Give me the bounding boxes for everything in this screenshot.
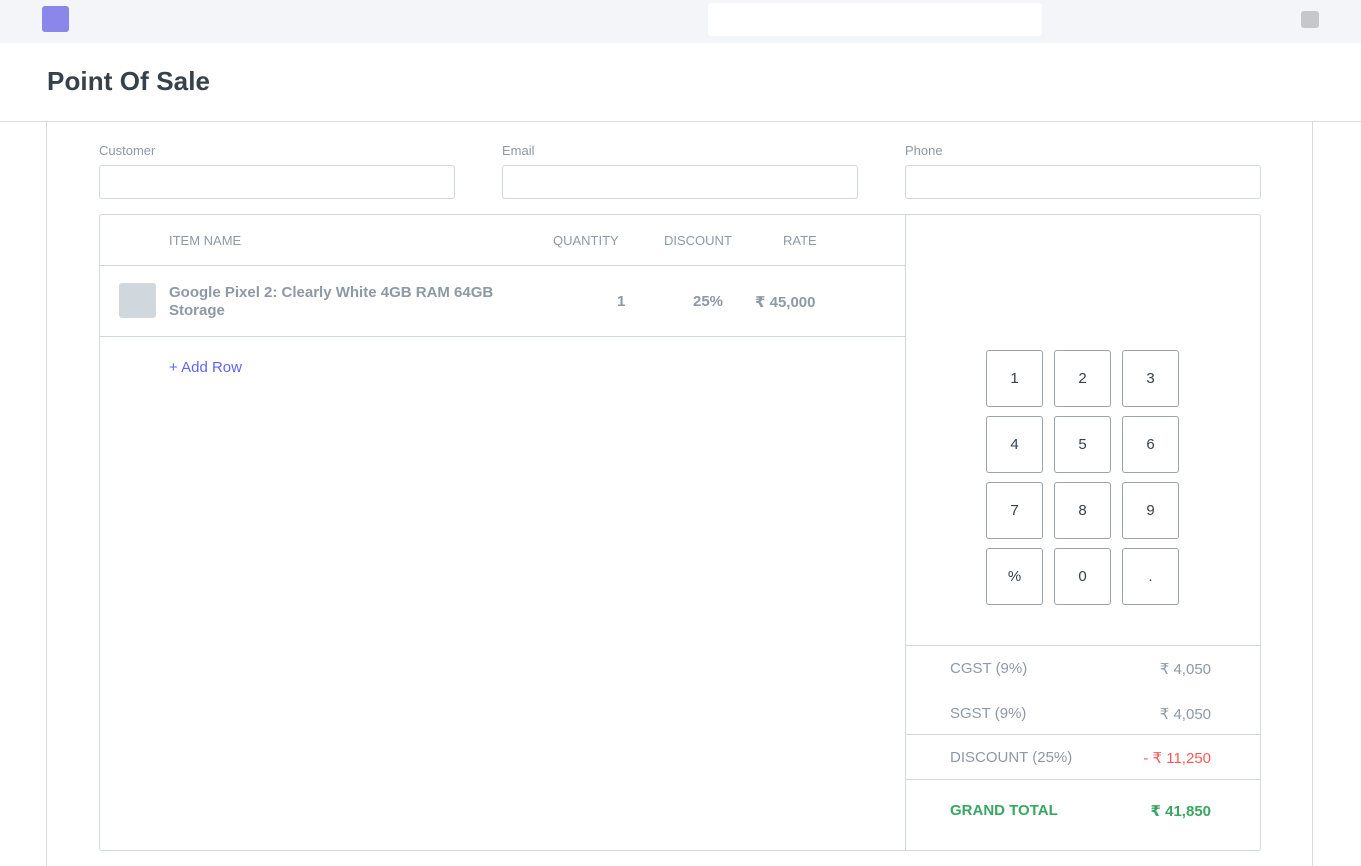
keypad-key-3[interactable]: 3	[1122, 350, 1179, 407]
column-header-item-name: ITEM NAME	[169, 233, 242, 248]
customer-input[interactable]	[99, 165, 455, 199]
grand-total-value: ₹ 41,850	[1150, 803, 1211, 820]
customer-label: Customer	[99, 143, 156, 158]
keypad-key-4[interactable]: 4	[986, 416, 1043, 473]
item-image	[119, 283, 156, 318]
item-name: Google Pixel 2: Clearly White 4GB RAM 64…	[169, 284, 494, 319]
email-input[interactable]	[502, 165, 858, 199]
discount-label: DISCOUNT (25%)	[950, 749, 1073, 766]
keypad-key-6[interactable]: 6	[1122, 416, 1179, 473]
grid-header-divider	[100, 265, 905, 266]
keypad-key-percent[interactable]: %	[986, 548, 1043, 605]
email-label: Email	[502, 143, 535, 158]
discount-value: - ₹ 11,250	[1143, 750, 1211, 767]
keypad-key-5[interactable]: 5	[1054, 416, 1111, 473]
item-quantity: 1	[617, 293, 626, 310]
phone-label: Phone	[905, 143, 943, 158]
item-discount: 25%	[693, 293, 724, 310]
sgst-value: ₹ 4,050	[1159, 706, 1211, 723]
item-rate: ₹ 45,000	[755, 294, 816, 311]
add-row-link[interactable]: + Add Row	[169, 359, 242, 376]
sgst-label: SGST (9%)	[950, 705, 1027, 722]
row-divider	[100, 336, 905, 337]
cgst-label: CGST (9%)	[950, 660, 1028, 677]
page-frame-left	[46, 121, 47, 866]
keypad-key-7[interactable]: 7	[986, 482, 1043, 539]
column-header-rate: RATE	[783, 233, 817, 248]
total-divider	[906, 779, 1260, 780]
keypad-key-1[interactable]: 1	[986, 350, 1043, 407]
keypad-key-0[interactable]: 0	[1054, 548, 1111, 605]
keypad-key-9[interactable]: 9	[1122, 482, 1179, 539]
summary-divider	[906, 645, 1260, 646]
page-title: Point Of Sale	[47, 66, 211, 96]
page-frame-right	[1312, 121, 1313, 866]
keypad-key-2[interactable]: 2	[1054, 350, 1111, 407]
page-head-divider	[0, 121, 1361, 122]
column-header-quantity: QUANTITY	[553, 233, 619, 248]
grand-total-label: GRAND TOTAL	[950, 802, 1058, 819]
keypad-key-8[interactable]: 8	[1054, 482, 1111, 539]
column-header-discount: DISCOUNT	[664, 233, 732, 248]
cgst-value: ₹ 4,050	[1159, 661, 1211, 678]
search-input[interactable]	[708, 3, 1042, 36]
user-avatar-icon[interactable]	[1301, 11, 1319, 28]
app-logo-icon[interactable]	[42, 6, 69, 32]
tax-divider	[906, 734, 1260, 735]
phone-input[interactable]	[905, 165, 1261, 199]
navbar	[0, 0, 1361, 43]
keypad-key-decimal[interactable]: .	[1122, 548, 1179, 605]
